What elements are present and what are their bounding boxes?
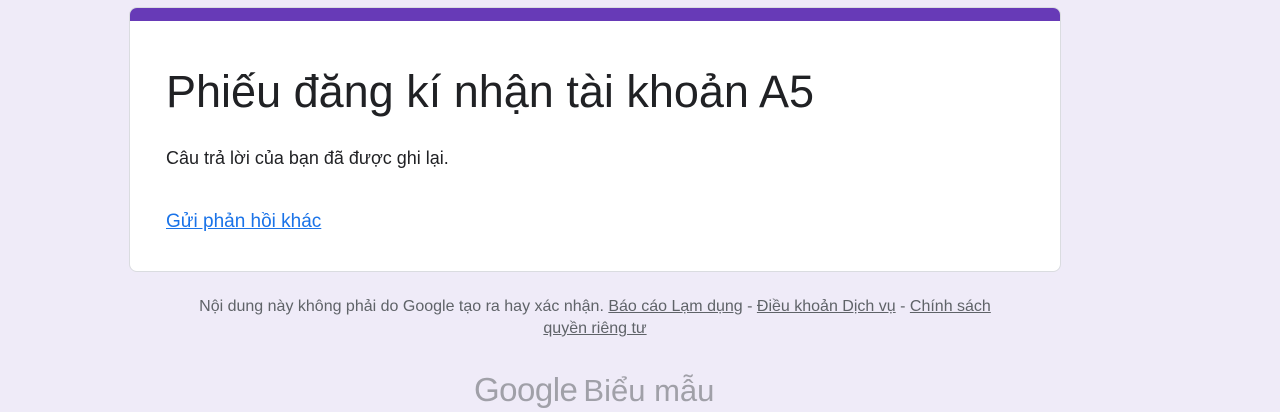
report-abuse-link[interactable]: Báo cáo Lạm dụng: [608, 298, 742, 315]
confirmation-card: Phiếu đăng kí nhận tài khoản A5 Câu trả …: [129, 7, 1061, 272]
footer: Nội dung này không phải do Google tạo ra…: [129, 296, 1061, 340]
submit-another-response-link[interactable]: Gửi phản hồi khác: [166, 210, 321, 234]
footer-separator: -: [747, 298, 753, 315]
page: Phiếu đăng kí nhận tài khoản A5 Câu trả …: [0, 0, 1280, 412]
google-forms-logo[interactable]: Google Biểu mẫu: [474, 368, 714, 412]
form-title: Phiếu đăng kí nhận tài khoản A5: [166, 66, 815, 117]
privacy-policy-link-line2: quyền riêng tư: [543, 320, 647, 337]
footer-disclaimer: Nội dung này không phải do Google tạo ra…: [199, 298, 604, 315]
product-name: Biểu mẫu: [583, 373, 715, 408]
confirmation-message: Câu trả lời của bạn đã được ghi lại.: [166, 148, 449, 168]
footer-separator: -: [900, 298, 906, 315]
terms-of-service-link[interactable]: Điều khoản Dịch vụ: [757, 298, 896, 315]
card-accent-bar: [130, 8, 1060, 21]
google-wordmark: Google: [474, 371, 578, 408]
privacy-policy-link-line1: Chính sách: [909, 298, 991, 315]
